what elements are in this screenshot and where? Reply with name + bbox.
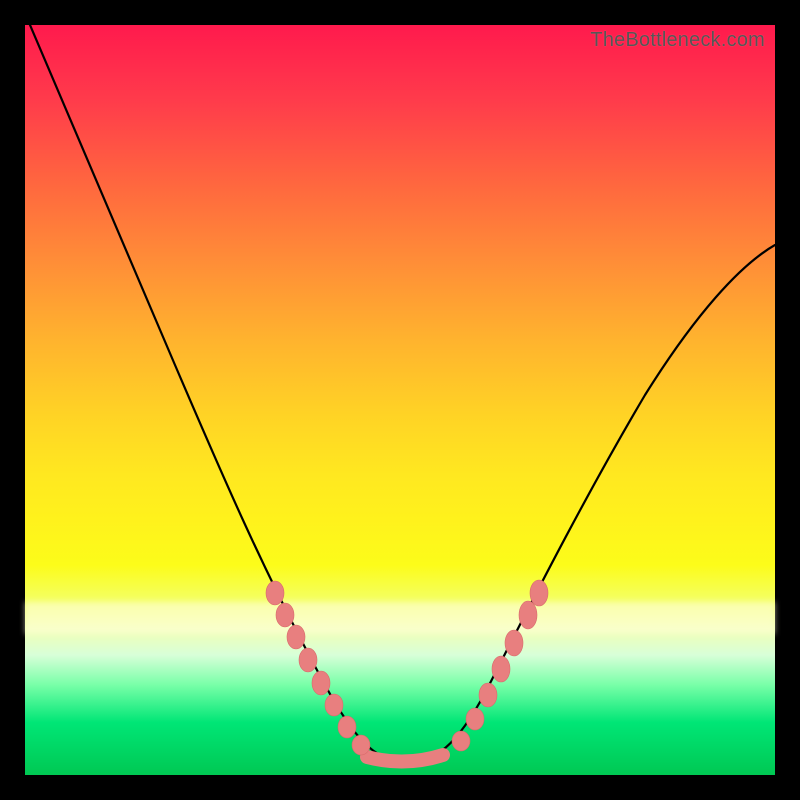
left-beads [266, 581, 370, 755]
curve-path [30, 25, 775, 763]
plot-area: TheBottleneck.com [25, 25, 775, 775]
bottleneck-curve [25, 25, 775, 775]
chart-frame: TheBottleneck.com [0, 0, 800, 800]
trough-marker [367, 755, 443, 762]
